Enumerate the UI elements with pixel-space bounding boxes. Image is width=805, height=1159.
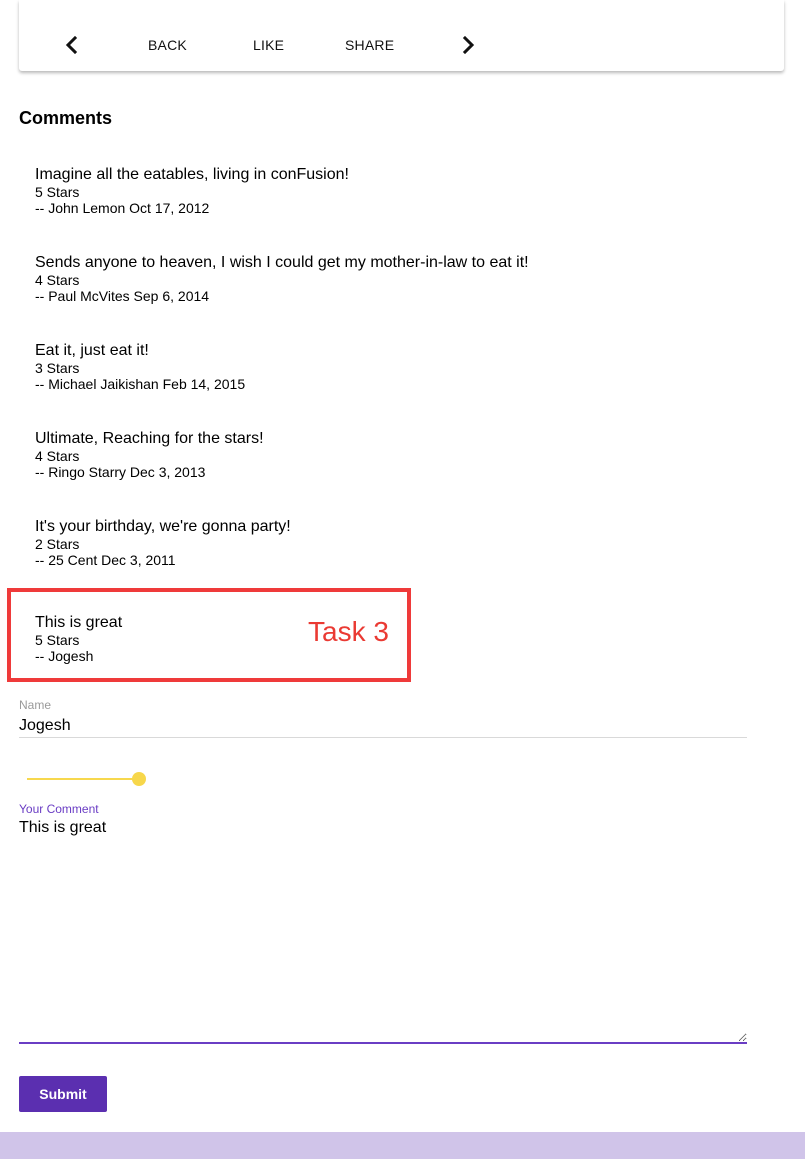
comment-item: Eat it, just eat it! 3 Stars -- Michael … [35,342,245,392]
comment-item-preview: This is great 5 Stars -- Jogesh [35,614,122,664]
comment-item: It's your birthday, we're gonna party! 2… [35,518,291,568]
submit-button[interactable]: Submit [19,1076,107,1112]
dish-card-actions: BACK LIKE SHARE [19,0,784,71]
rating-slider[interactable] [27,769,147,789]
comment-text: Ultimate, Reaching for the stars! [35,430,264,447]
chevron-left-icon[interactable] [65,36,79,54]
comment-field[interactable]: This is great [19,818,747,1044]
back-button[interactable]: BACK [148,36,187,54]
comment-rating: 2 Stars [35,536,80,552]
comment-text: Sends anyone to heaven, I wish I could g… [35,254,529,271]
footer-band [0,1132,805,1159]
comment-field-label: Your Comment [19,802,99,816]
comment-item: Sends anyone to heaven, I wish I could g… [35,254,529,304]
like-button[interactable]: LIKE [253,36,284,54]
comment-byline: -- John Lemon Oct 17, 2012 [35,200,210,216]
comment-byline: -- Jogesh [35,648,94,664]
chevron-right-icon[interactable] [461,36,475,54]
comment-rating: 5 Stars [35,632,80,648]
comment-text: Eat it, just eat it! [35,342,149,359]
comment-rating: 4 Stars [35,272,80,288]
comment-rating: 4 Stars [35,448,80,464]
comment-byline: -- 25 Cent Dec 3, 2011 [35,552,176,568]
name-field[interactable] [19,714,747,738]
comment-text: Imagine all the eatables, living in conF… [35,166,349,183]
name-field-label: Name [19,698,52,712]
comment-rating: 5 Stars [35,184,80,200]
comments-heading: Comments [19,108,113,128]
comment-item: Imagine all the eatables, living in conF… [35,166,349,216]
comment-rating: 3 Stars [35,360,80,376]
rating-slider-thumb[interactable] [132,772,146,786]
comment-item: Ultimate, Reaching for the stars! 4 Star… [35,430,264,480]
comment-byline: -- Paul McVites Sep 6, 2014 [35,288,210,304]
rating-slider-track [27,778,139,780]
comment-text: It's your birthday, we're gonna party! [35,518,291,535]
comment-byline: -- Michael Jaikishan Feb 14, 2015 [35,376,246,392]
comment-text: This is great [35,614,123,631]
annotation-task-label: Task 3 [308,616,389,647]
share-button[interactable]: SHARE [345,36,394,54]
comment-byline: -- Ringo Starry Dec 3, 2013 [35,464,206,480]
